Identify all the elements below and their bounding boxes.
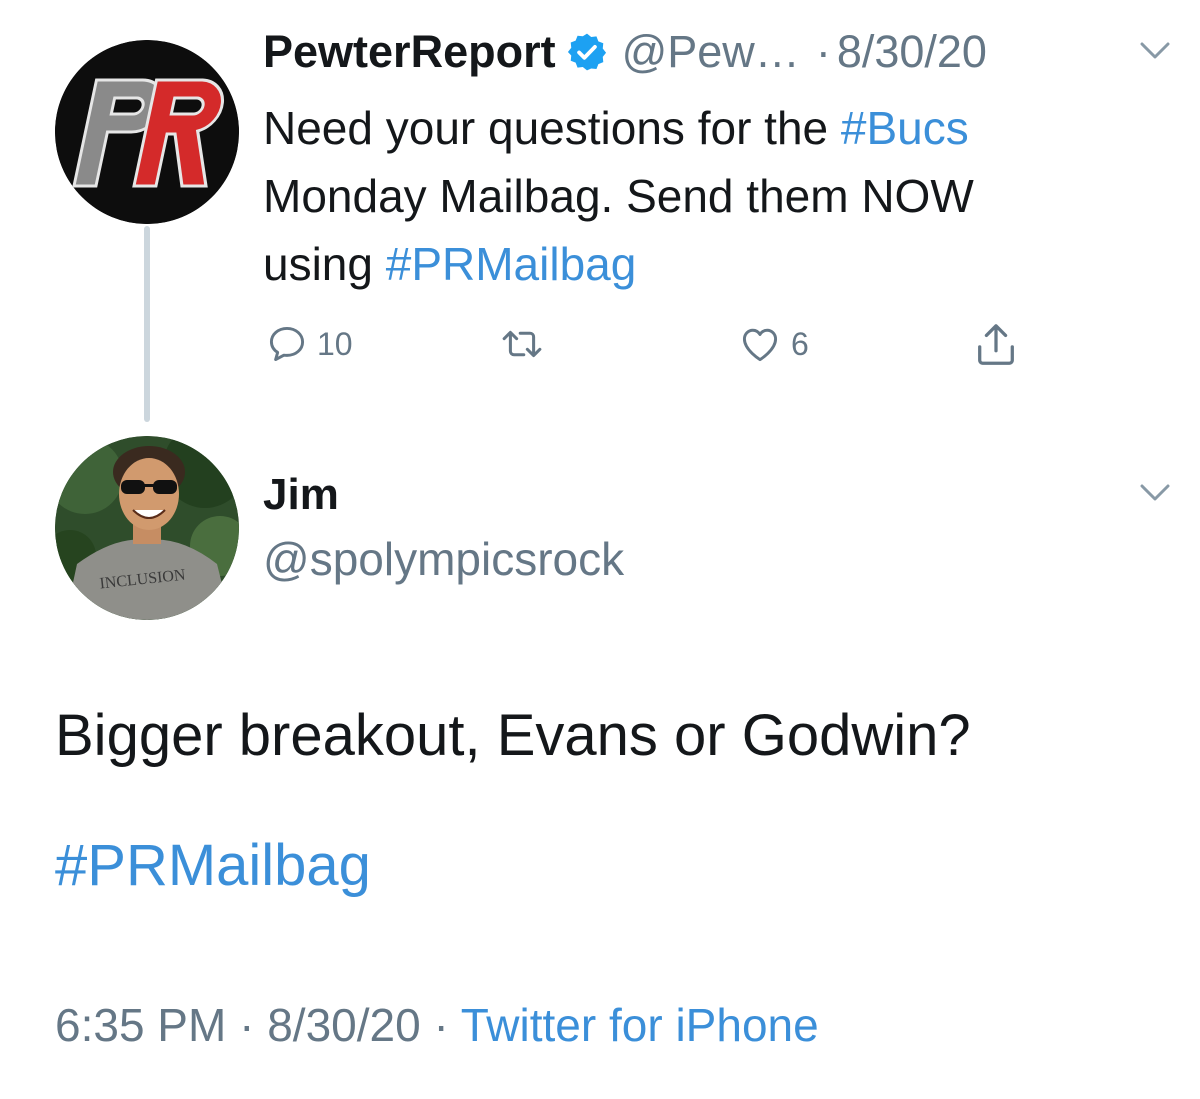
speech-bubble-icon [269,326,305,362]
reply-display-name[interactable]: Jim [263,470,339,520]
reply-button[interactable]: 10 [265,322,353,366]
parent-tweet-header: PewterReport @Pew… · 8/30/20 [263,22,987,82]
date-separator: · [815,26,831,77]
retweet-arrows-icon [502,330,542,358]
like-button[interactable]: 6 [737,322,809,366]
hashtag-bucs-link[interactable]: #Bucs [841,102,969,154]
verified-badge-icon [566,31,608,73]
tweet-timestamp: 6:35 PM · 8/30/20 · Twitter for iPhone [55,998,819,1052]
parent-tweet-text: Need your questions for the #Bucs Monday… [263,94,1143,298]
jim-avatar[interactable]: INCLUSION [55,436,239,620]
hashtag-prmailbag-link[interactable]: #PRMailbag [386,238,637,290]
share-upload-icon [978,324,1014,365]
tweet-date[interactable]: 8/30/20 [267,999,420,1051]
thread-connector-line [144,226,150,422]
parent-display-name[interactable]: PewterReport [263,26,556,78]
tweet-source-link[interactable]: Twitter for iPhone [461,999,819,1051]
reply-count: 10 [317,325,353,362]
share-button[interactable] [973,320,1019,370]
parent-handle[interactable]: @Pew… [622,26,800,78]
reply-hashtag-prmailbag-link[interactable]: #PRMailbag [55,832,371,899]
profile-photo-icon: INCLUSION [55,436,239,620]
meta-separator-1: · [226,999,268,1051]
pewterreport-avatar[interactable] [55,40,239,224]
parent-menu-chevron-down-icon[interactable] [1138,40,1172,62]
meta-separator-2: · [420,999,461,1051]
parent-date[interactable]: 8/30/20 [837,26,987,78]
tweet-time[interactable]: 6:35 PM [55,999,226,1051]
parent-text-line2: Monday Mailbag. Send them NOW [263,170,974,222]
like-count: 6 [791,325,809,362]
reply-handle[interactable]: @spolympicsrock [263,532,624,586]
reply-menu-chevron-down-icon[interactable] [1138,482,1172,504]
pr-logo-icon [55,40,239,224]
heart-icon [742,328,778,362]
parent-text-line1: Need your questions for the [263,102,841,154]
reply-tweet-text: Bigger breakout, Evans or Godwin? [55,703,971,768]
parent-text-line3: using [263,238,386,290]
retweet-button[interactable] [497,322,555,366]
